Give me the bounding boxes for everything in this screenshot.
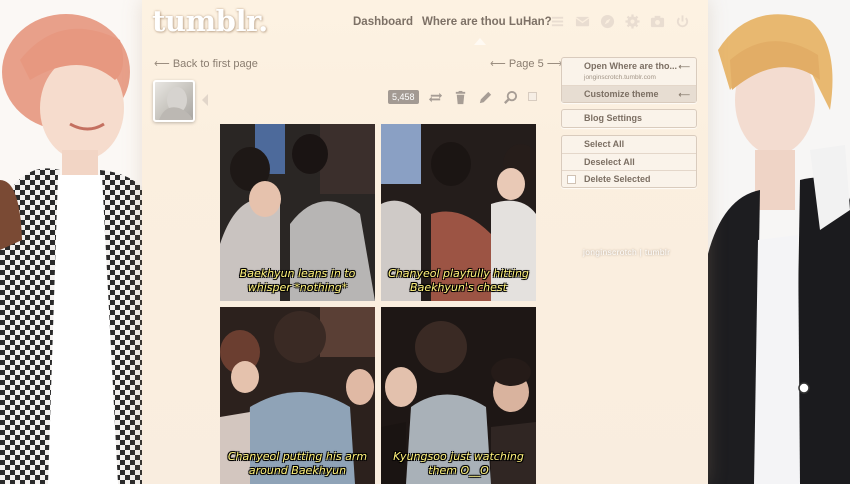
gif-caption: Baekhyun leans in to whisper *nothing* (220, 267, 375, 295)
dashboard-page: tumblr. Dashboard Where are thou LuHan? (142, 0, 708, 484)
gif-panel-2[interactable]: Chanyeol playfully hitting Baekhyun's ch… (381, 124, 536, 301)
gif-caption: Kyungsoo just watching them O__O (381, 450, 536, 478)
nav-blog-link[interactable]: Where are thou LuHan? (422, 16, 552, 28)
delete-selected-menu-item[interactable]: Delete Selected (562, 170, 696, 187)
delete-checkbox-icon (567, 175, 576, 184)
gif-caption-line: around Baekhyun (248, 464, 347, 477)
camera-icon[interactable] (650, 14, 665, 29)
gif-caption-line: Chanyeol playfully hitting (388, 267, 529, 280)
gif-caption-line: Baekhyun's chest (410, 281, 507, 294)
select-all-label: Select All (584, 139, 625, 149)
nav-dashboard-link[interactable]: Dashboard (353, 16, 413, 28)
deselect-all-label: Deselect All (584, 157, 635, 167)
arrow-right-icon: ⟵ (678, 90, 690, 99)
arrow-right-icon: ⟵ (678, 62, 690, 71)
select-all-menu-item[interactable]: Select All (562, 136, 696, 153)
top-navigation-bar: tumblr. Dashboard Where are thou LuHan? (142, 0, 708, 46)
search-icon[interactable] (503, 89, 519, 105)
back-to-first-page-link[interactable]: ⟵ Back to first page (154, 57, 258, 70)
nav-icon-bar (550, 14, 690, 29)
edit-pencil-icon[interactable] (478, 89, 494, 105)
customize-theme-label: Customize theme (584, 89, 659, 99)
open-blog-menu-item[interactable]: Open Where are tho... jonginscrotch.tumb… (562, 58, 696, 85)
mass-edit-group: Select All Deselect All Delete Selected (561, 135, 697, 188)
post-author-avatar[interactable] (153, 80, 195, 122)
reblog-icon[interactable] (428, 89, 444, 105)
tumblr-logo[interactable]: tumblr. (152, 4, 268, 38)
deselect-all-menu-item[interactable]: Deselect All (562, 153, 696, 170)
back-to-first-page-label: Back to first page (172, 58, 258, 70)
gif-panel-4[interactable]: Kyungsoo just watching them O__O (381, 307, 536, 484)
right-decoration-figure (700, 0, 850, 484)
list-icon[interactable] (550, 14, 565, 29)
mail-icon[interactable] (575, 14, 590, 29)
post-select-checkbox[interactable] (528, 92, 537, 101)
power-icon[interactable] (675, 14, 690, 29)
previous-page-arrow-icon[interactable]: ⟵ (490, 58, 506, 70)
compass-icon[interactable] (600, 14, 615, 29)
gif-caption: Chanyeol playfully hitting Baekhyun's ch… (381, 267, 536, 295)
gif-caption-line: Baekhyun leans in to (239, 267, 356, 280)
gear-icon[interactable] (625, 14, 640, 29)
post-controls: 5,458 (388, 89, 519, 105)
gif-caption: Chanyeol putting his arm around Baekhyun (220, 450, 375, 478)
gif-caption-line: Chanyeol putting his arm (227, 450, 368, 463)
gif-caption-line: whisper *nothing* (247, 281, 348, 294)
gif-caption-line: Kyungsoo just watching (393, 450, 524, 463)
avatar-pointer (202, 94, 208, 106)
page-number-label: Page 5 (508, 58, 544, 70)
gif-caption-line: them O__O (428, 464, 489, 477)
blog-url-label: jonginscrotch.tumblr.com (584, 74, 656, 81)
watermark-text: jonginscrotch | tumblr (583, 247, 671, 257)
delete-selected-label: Delete Selected (584, 174, 651, 184)
trash-icon[interactable] (453, 89, 469, 105)
notes-count-badge[interactable]: 5,458 (388, 90, 419, 104)
blog-settings-label: Blog Settings (584, 113, 642, 123)
blog-settings-group: Blog Settings (561, 109, 697, 128)
customize-theme-menu-item[interactable]: Customize theme ⟵ (562, 85, 696, 102)
arrow-left-icon: ⟵ (154, 58, 170, 70)
open-blog-label: Open Where are tho... (584, 61, 678, 71)
nav-active-caret (474, 38, 486, 45)
page-navigation[interactable]: ⟵ Page 5 ⟶ (490, 57, 563, 70)
blog-menu-group: Open Where are tho... jonginscrotch.tumb… (561, 57, 697, 103)
gif-panel-3[interactable]: Chanyeol putting his arm around Baekhyun (220, 307, 375, 484)
blog-settings-menu-item[interactable]: Blog Settings (562, 110, 696, 127)
gif-panel-1[interactable]: Baekhyun leans in to whisper *nothing* (220, 124, 375, 301)
